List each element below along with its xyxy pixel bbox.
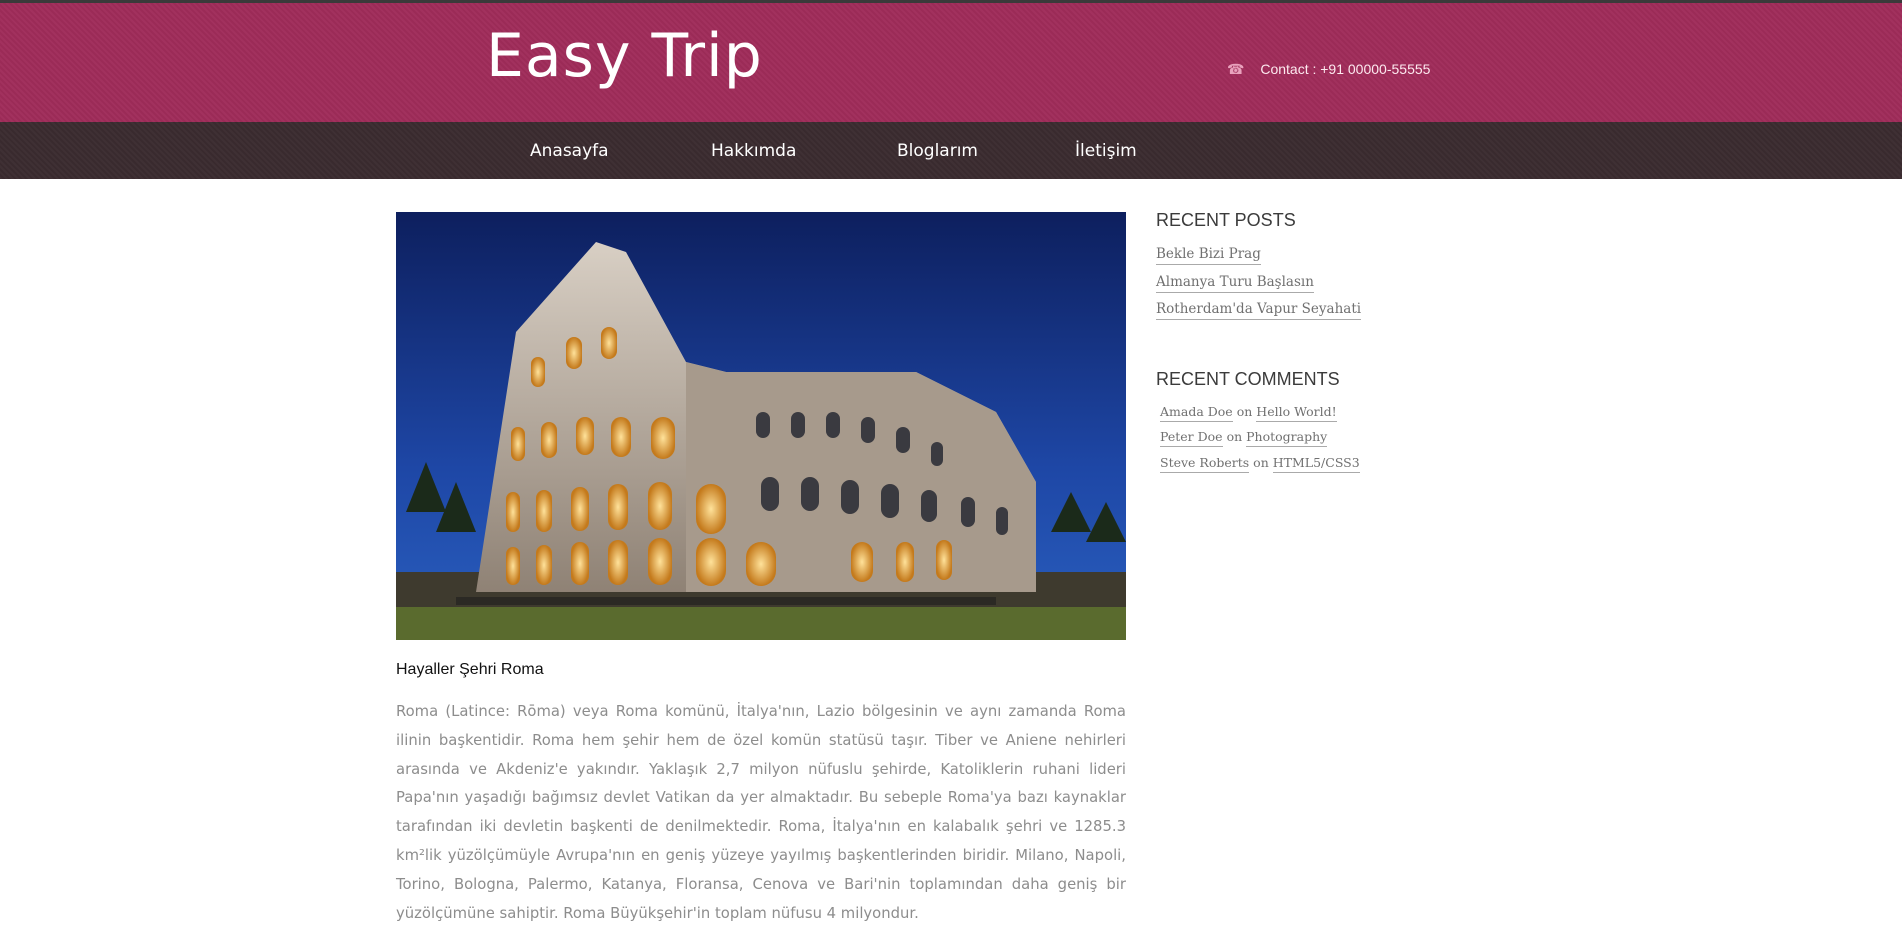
comment-author-link[interactable]: Amada Doe — [1160, 404, 1233, 422]
nav-item-anasayfa[interactable]: Anasayfa — [530, 141, 609, 161]
nav-item-hakkimda[interactable]: Hakkımda — [711, 141, 796, 161]
comment-on-text: on — [1236, 404, 1253, 419]
nav-item-iletisim[interactable]: İletişim — [1075, 141, 1137, 161]
nav-item-bloglarim[interactable]: Bloglarım — [897, 141, 978, 161]
comment-on-text: on — [1226, 429, 1243, 444]
contact-info: ☎ Contact : +91 00000-55555 — [1227, 61, 1430, 78]
colosseum-photo — [396, 212, 1126, 640]
recent-comments-heading: RECENT COMMENTS — [1156, 369, 1340, 389]
colosseum-illustration — [396, 212, 1126, 640]
post-title[interactable]: Hayaller Şehri Roma — [396, 661, 544, 679]
recent-post-link[interactable]: Almanya Turu Başlasın — [1156, 274, 1314, 293]
phone-icon: ☎ — [1227, 61, 1245, 77]
recent-posts-heading: RECENT POSTS — [1156, 210, 1296, 230]
comment-post-link[interactable]: Hello World! — [1256, 404, 1337, 422]
main-nav: Anasayfa Hakkımda Bloglarım İletişim — [0, 122, 1902, 179]
post-body: Roma (Latince: Rōma) veya Roma komünü, İ… — [396, 703, 1126, 922]
site-header: Easy Trip ☎ Contact : +91 00000-55555 — [0, 3, 1902, 122]
recent-post-link[interactable]: Bekle Bizi Prag — [1156, 246, 1261, 265]
comment-on-text: on — [1253, 455, 1269, 470]
comment-item: Steve Roberts on HTML5/CSS3 — [1160, 455, 1360, 473]
comment-item: Peter Doe on Photography — [1160, 429, 1328, 447]
site-logo-text[interactable]: Easy Trip — [486, 21, 763, 91]
comment-post-link[interactable]: Photography — [1246, 429, 1328, 447]
recent-post-link[interactable]: Rotherdam'da Vapur Seyahati — [1156, 301, 1362, 320]
contact-text: Contact : +91 00000-55555 — [1260, 61, 1431, 77]
comment-post-link[interactable]: HTML5/CSS3 — [1272, 455, 1360, 473]
comment-item: Amada Doe on Hello World! — [1160, 404, 1337, 422]
comment-author-link[interactable]: Steve Roberts — [1160, 455, 1250, 473]
comment-author-link[interactable]: Peter Doe — [1160, 429, 1223, 447]
